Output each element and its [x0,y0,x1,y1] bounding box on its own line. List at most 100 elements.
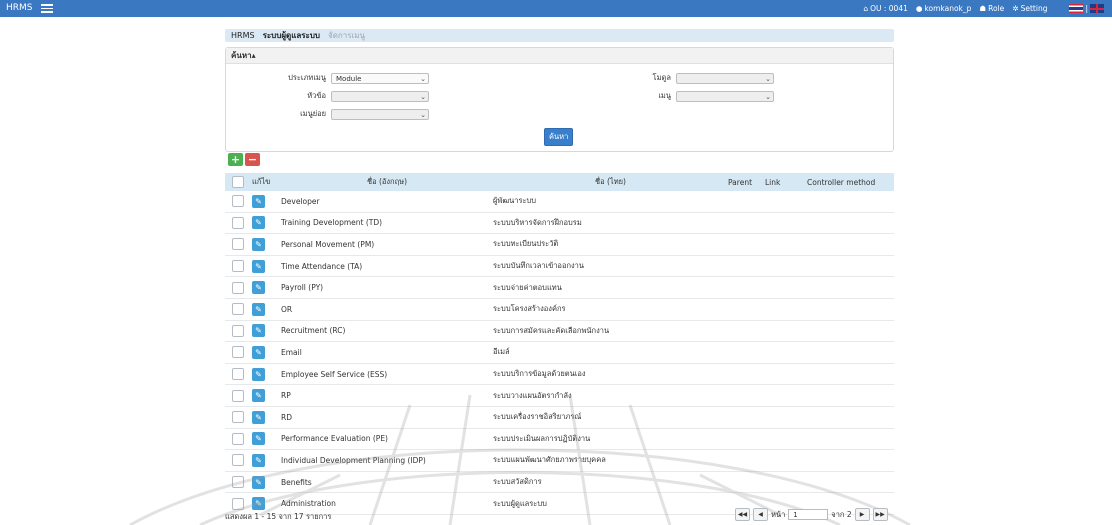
select-all-checkbox[interactable] [232,176,244,188]
add-button[interactable]: + [228,153,243,166]
prev-page-icon[interactable]: ◀ [753,508,768,521]
remove-button[interactable]: − [245,153,260,166]
hamburger-menu-icon[interactable] [41,4,53,13]
col-header-name-th[interactable]: ชื่อ (ไทย) [493,173,728,191]
role-label: Role [988,4,1005,13]
brand-title[interactable]: HRMS [6,3,33,13]
row-checkbox[interactable] [232,303,244,316]
cell-name-en: Email [281,341,493,364]
edit-pencil-icon[interactable]: ✎ [252,302,265,316]
edit-pencil-icon[interactable]: ✎ [252,475,265,489]
dropdown-caret-icon: ⌄ [765,92,771,101]
thai-flag-icon[interactable] [1069,4,1084,13]
edit-pencil-icon[interactable]: ✎ [252,216,265,230]
role-menu[interactable]: ☗ Role [979,4,1004,13]
table-row: ✎ Performance Evaluation (PE) ระบบประเมินผ… [225,428,894,451]
edit-pencil-icon[interactable]: ✎ [252,345,265,359]
edit-pencil-icon[interactable]: ✎ [252,497,265,511]
table-row: ✎ Individual Development Planning (IDP) ระ… [225,449,894,472]
table-row: ✎ Personal Movement (PM) ระบบทะเบียนประวัต… [225,233,894,256]
col-header-controller[interactable]: Controller method [807,173,894,191]
first-page-icon[interactable]: ◀◀ [735,508,750,521]
cell-name-th: ระบบประเมินผลการปฏิบัติงาน [493,428,728,451]
username-label: komkanok_p [924,4,972,13]
breadcrumb-item-hrms[interactable]: HRMS [231,31,255,40]
row-checkbox[interactable] [232,238,244,251]
edit-pencil-icon[interactable]: ✎ [252,324,265,338]
cell-name-th: ระบบวางแผนอัตรากำลัง [493,384,728,407]
user-menu[interactable]: ● komkanok_p [916,4,972,13]
page-number-input[interactable]: 1 [788,509,829,520]
cell-name-en: Developer [281,191,493,213]
table-row: ✎ RP ระบบวางแผนอัตรากำลัง [225,384,894,407]
breadcrumb-item-menu: จัดการเมนู [328,31,366,40]
topic-select[interactable]: ⌄ [331,90,429,102]
top-navbar: HRMS ⌂ OU : 0041 ● komkanok_p ☗ Role ✲ Setti… [0,0,1112,17]
last-page-icon[interactable]: ▶▶ [872,508,888,521]
caret-up-icon: ▴ [251,51,256,60]
row-checkbox[interactable] [232,454,244,467]
row-checkbox[interactable] [232,476,244,489]
cell-name-en: OR [281,298,493,321]
edit-pencil-icon[interactable]: ✎ [252,259,265,273]
edit-pencil-icon[interactable]: ✎ [252,453,265,467]
edit-pencil-icon[interactable]: ✎ [252,281,265,295]
row-checkbox[interactable] [232,260,244,273]
edit-pencil-icon[interactable]: ✎ [252,367,265,381]
uk-flag-icon[interactable] [1090,4,1104,13]
col-header-link[interactable]: Link [765,173,807,191]
edit-pencil-icon[interactable]: ✎ [252,237,265,251]
table-row: ✎ Recruitment (RC) ระบบการสมัครและคัดเลือก… [225,320,894,343]
breadcrumb-item-admin[interactable]: ระบบผู้ดูแลระบบ [263,29,320,42]
home-icon: ⌂ [863,4,869,13]
edit-pencil-icon[interactable]: ✎ [252,410,265,424]
breadcrumb: HRMS ระบบผู้ดูแลระบบ จัดการเมนู [225,29,894,42]
edit-pencil-icon[interactable]: ✎ [252,194,265,208]
row-checkbox[interactable] [232,216,244,229]
cell-name-th: ระบบการสมัครและคัดเลือกพนักงาน [493,320,728,343]
setting-menu[interactable]: ✲ Setting [1012,4,1047,13]
cell-name-en: Individual Development Planning (IDP) [281,449,493,472]
row-checkbox[interactable] [232,389,244,402]
cell-name-en: Training Development (TD) [281,212,493,235]
cell-name-en: RD [281,406,493,429]
col-header-name-en[interactable]: ชื่อ (อังกฤษ) [281,173,493,191]
submenu-select[interactable]: ⌄ [331,108,429,120]
module-select[interactable]: ⌄ [676,72,774,84]
table-row: ✎ Time Attendance (TA) ระบบบันทึกเวลาเข้าอ… [225,255,894,278]
cell-name-en: Time Attendance (TA) [281,255,493,278]
row-checkbox[interactable] [232,368,244,381]
pagination: ◀◀ ◀ หน้า 1 จาก 2 ▶ ▶▶ [735,508,888,521]
row-checkbox[interactable] [232,195,244,208]
search-panel: ค้นหา▴ ประเภทเมนู Module ⌄ โมดูล ⌄ หัวข้อ… [225,47,894,152]
next-page-icon[interactable]: ▶ [854,508,870,521]
search-button[interactable]: ค้นหา [544,128,574,146]
dropdown-caret-icon: ⌄ [420,92,426,101]
module-row: โมดูล ⌄ [571,72,774,84]
edit-pencil-icon[interactable]: ✎ [252,389,265,403]
dropdown-caret-icon: ⌄ [420,110,426,119]
cell-name-th: ระบบบันทึกเวลาเข้าออกงาน [493,255,728,278]
page-total-label: จาก 2 [831,509,852,519]
row-checkbox[interactable] [232,324,244,337]
menu-type-select[interactable]: Module ⌄ [331,72,429,84]
cell-name-th: ระบบจ่ายค่าตอบแทน [493,276,728,299]
table-row: ✎ Employee Self Service (ESS) ระบบบริการข้… [225,363,894,386]
row-checkbox[interactable] [232,346,244,359]
row-checkbox[interactable] [232,411,244,424]
search-panel-header[interactable]: ค้นหา▴ [226,48,893,64]
row-checkbox[interactable] [232,281,244,294]
cell-name-th: อีเมล์ [493,341,728,364]
cell-name-en: Recruitment (RC) [281,320,493,343]
edit-pencil-icon[interactable]: ✎ [252,432,265,446]
language-separator: | [1085,4,1088,13]
table-row: ✎ Developer ผู้พัฒนาระบบ [225,191,894,213]
row-checkbox[interactable] [232,497,244,510]
col-header-parent[interactable]: Parent [728,173,765,191]
pagination-summary: แสดงผล 1 - 15 จาก 17 รายการ [225,512,332,521]
ou-indicator[interactable]: ⌂ OU : 0041 [863,4,908,13]
menu-select[interactable]: ⌄ [676,90,774,102]
row-checkbox[interactable] [232,432,244,445]
table-row: ✎ Benefits ระบบสวัสดิการ [225,471,894,494]
search-panel-title: ค้นหา [231,51,252,60]
